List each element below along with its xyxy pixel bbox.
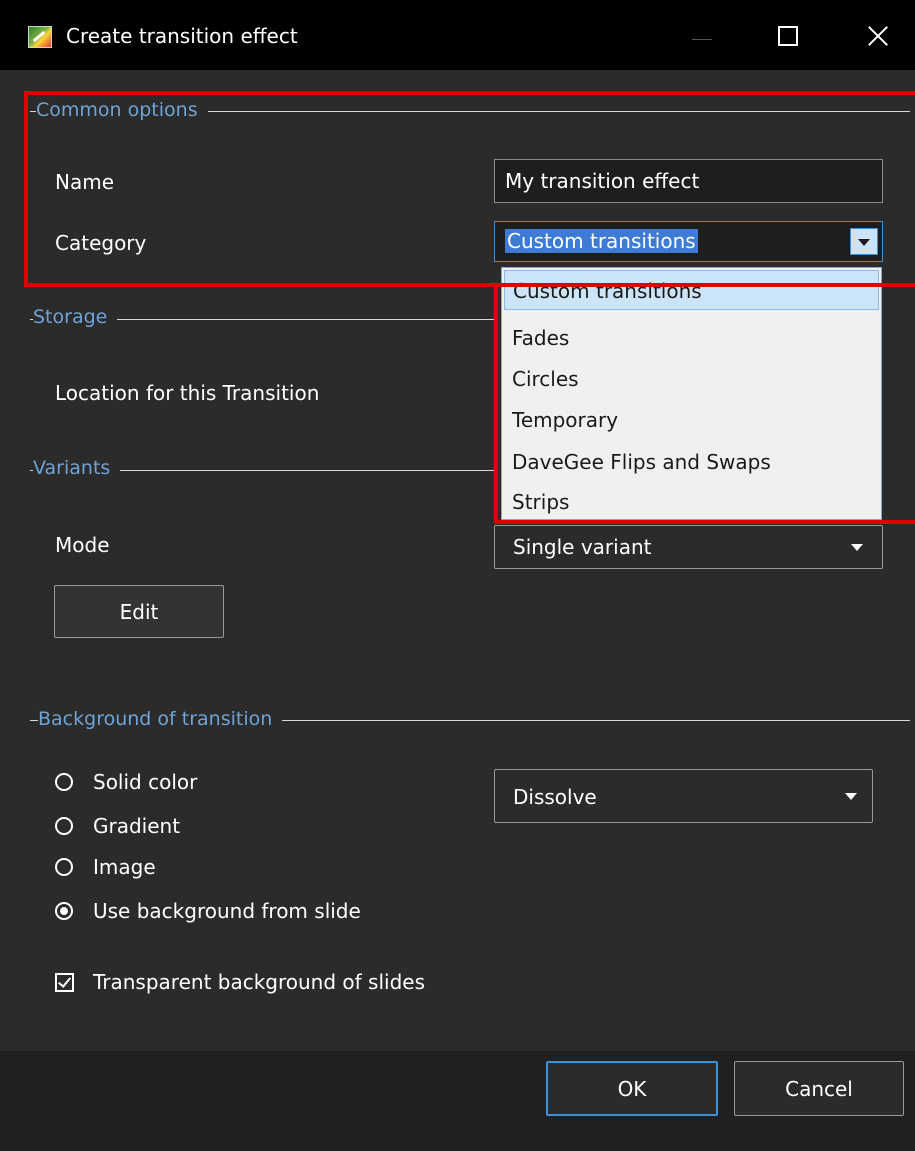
mode-select[interactable]: Single variant <box>494 525 883 569</box>
name-label: Name <box>55 170 115 194</box>
effect-select-value: Dissolve <box>513 785 597 809</box>
transparent-background-label: Transparent background of slides <box>93 970 426 994</box>
category-dropdown-button[interactable] <box>850 228 878 255</box>
dropdown-item-davegee-flips-and-swaps[interactable]: DaveGee Flips and Swaps <box>504 442 879 482</box>
cancel-button[interactable]: Cancel <box>734 1061 904 1116</box>
group-label-common-options: Common options <box>36 99 208 121</box>
dropdown-item-custom-transitions[interactable]: Custom transitions <box>504 270 879 310</box>
edit-button[interactable]: Edit <box>54 585 224 638</box>
ok-button[interactable]: OK <box>546 1061 718 1116</box>
dropdown-item-strips[interactable]: Strips <box>504 482 879 522</box>
category-select-value: Custom transitions <box>505 229 698 253</box>
mode-select-value: Single variant <box>513 535 652 559</box>
maximize-button[interactable] <box>766 14 810 58</box>
chevron-down-icon <box>845 793 857 800</box>
minimize-icon <box>692 38 712 40</box>
transparent-background-checkbox[interactable] <box>55 973 74 992</box>
dropdown-item-temporary[interactable]: Temporary <box>504 400 879 440</box>
window-title: Create transition effect <box>66 24 298 48</box>
radio-label-image: Image <box>93 855 156 879</box>
close-button[interactable] <box>856 14 900 58</box>
category-select[interactable]: Custom transitions <box>494 221 883 262</box>
dialog-footer: OK Cancel <box>0 1051 915 1151</box>
category-label: Category <box>55 231 147 255</box>
group-label-background: Background of transition <box>38 708 283 730</box>
maximize-icon <box>778 26 798 46</box>
app-icon <box>28 26 52 48</box>
radio-label-use-background: Use background from slide <box>93 899 361 923</box>
radio-use-background-from-slide[interactable] <box>55 902 73 920</box>
minimize-button[interactable] <box>680 14 724 58</box>
radio-label-solid-color: Solid color <box>93 770 198 794</box>
title-bar: Create transition effect <box>0 0 915 70</box>
name-input[interactable] <box>494 159 883 203</box>
radio-image[interactable] <box>55 858 73 876</box>
effect-select[interactable]: Dissolve <box>494 769 873 823</box>
mode-label: Mode <box>55 533 110 557</box>
radio-label-gradient: Gradient <box>93 814 181 838</box>
group-label-storage: Storage <box>33 306 118 328</box>
category-dropdown-list: Custom transitions Fades Circles Tempora… <box>501 267 882 520</box>
dropdown-item-fades[interactable]: Fades <box>504 318 879 358</box>
close-icon <box>867 25 889 47</box>
dropdown-item-circles[interactable]: Circles <box>504 359 879 399</box>
group-label-variants: Variants <box>33 457 121 479</box>
chevron-down-icon <box>851 544 863 551</box>
chevron-down-icon <box>858 239 870 246</box>
location-label: Location for this Transition <box>55 381 320 405</box>
radio-gradient[interactable] <box>55 817 73 835</box>
radio-solid-color[interactable] <box>55 773 73 791</box>
